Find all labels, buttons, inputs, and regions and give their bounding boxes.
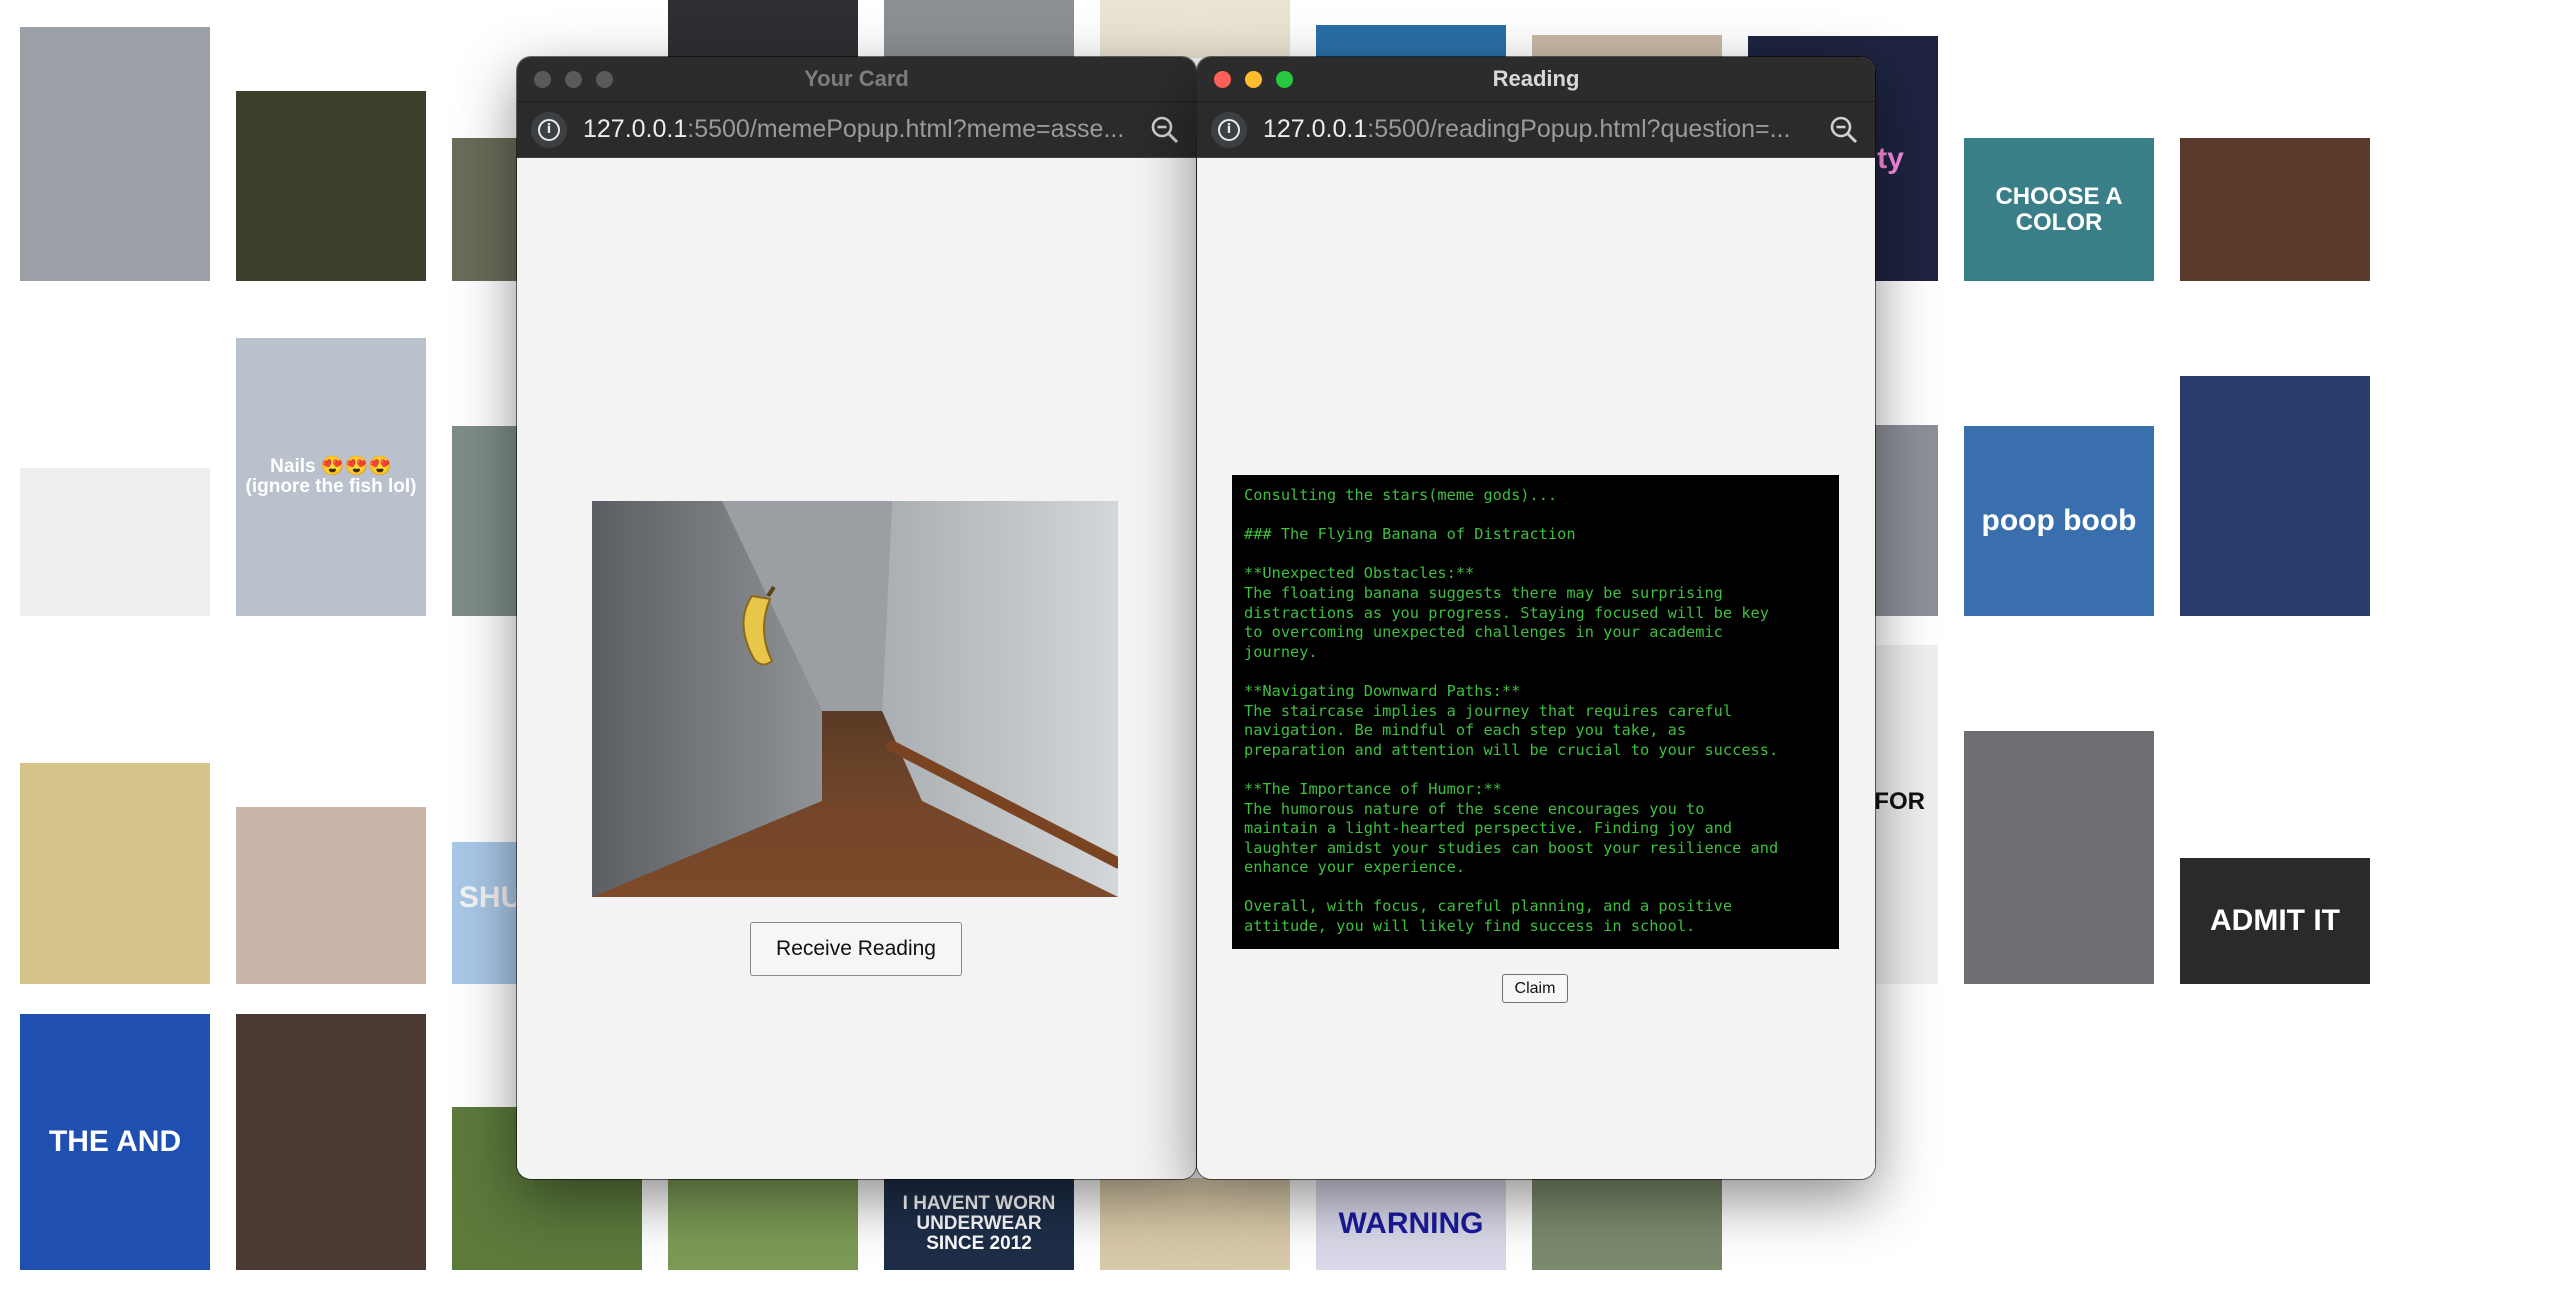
your-card-window[interactable]: Your Card i 127.0.0.1:5500/memePopup.htm… [517,57,1196,1179]
reading-content: Consulting the stars(meme gods)... ### T… [1197,158,1875,1179]
window-controls[interactable] [534,71,613,88]
meme-caption: CHOOSE A COLOR [1995,183,2123,236]
zoom-out-icon[interactable] [1148,113,1182,147]
meme-thumbnail[interactable] [1532,1178,1722,1270]
claim-button[interactable]: Claim [1502,974,1568,1003]
meme-thumbnail[interactable] [2180,376,2370,616]
reading-window[interactable]: Reading i 127.0.0.1:5500/readingPopup.ht… [1197,57,1875,1179]
address-bar[interactable]: i 127.0.0.1:5500/readingPopup.html?quest… [1197,102,1875,158]
minimize-window-icon[interactable] [565,71,582,88]
url-text[interactable]: 127.0.0.1:5500/readingPopup.html?questio… [1263,115,1815,144]
receive-reading-button[interactable]: Receive Reading [750,922,962,976]
card-content: Receive Reading [517,158,1196,1179]
close-window-icon[interactable] [1214,71,1231,88]
meme-thumbnail[interactable]: poop boob [1964,426,2154,616]
zoom-window-icon[interactable] [1276,71,1293,88]
meme-caption: THE AND [48,1125,182,1159]
window-title: Reading [1492,66,1580,91]
meme-caption: WARNING [1338,1207,1484,1241]
meme-thumbnail[interactable] [884,0,1074,58]
meme-caption: Nails 😍😍😍 (ignore the fish lol) [245,456,417,497]
meme-thumbnail[interactable] [236,807,426,984]
meme-caption: ADMIT IT [2210,904,2340,938]
url-text[interactable]: 127.0.0.1:5500/memePopup.html?meme=asse.… [583,115,1136,144]
meme-caption: I HAVENT WORN UNDERWEAR SINCE 2012 [902,1193,1056,1254]
site-info-icon[interactable]: i [531,111,567,148]
minimize-window-icon[interactable] [1245,71,1262,88]
site-info-icon[interactable]: i [1211,111,1247,148]
meme-thumbnail[interactable] [1100,0,1290,58]
window-title: Your Card [804,66,909,91]
zoom-out-icon[interactable] [1827,113,1861,147]
address-bar[interactable]: i 127.0.0.1:5500/memePopup.html?meme=ass… [517,102,1196,158]
meme-thumbnail[interactable]: ADMIT IT [2180,858,2370,984]
meme-thumbnail[interactable] [2180,138,2370,281]
meme-thumbnail[interactable]: THE AND [20,1014,210,1270]
meme-thumbnail[interactable] [1100,1178,1290,1270]
meme-thumbnail[interactable] [668,0,858,58]
zoom-window-icon[interactable] [596,71,613,88]
reading-output: Consulting the stars(meme gods)... ### T… [1232,475,1839,949]
reading-window-titlebar[interactable]: Reading [1197,57,1875,102]
banana-staircase-image [592,501,1118,897]
meme-thumbnail[interactable] [236,1014,426,1270]
meme-thumbnail[interactable] [20,468,210,616]
meme-thumbnail[interactable]: WARNING [1316,1178,1506,1270]
meme-card-image [592,501,1118,897]
close-window-icon[interactable] [534,71,551,88]
meme-thumbnail[interactable] [20,27,210,281]
meme-thumbnail[interactable] [236,91,426,281]
meme-caption: poop boob [1981,504,2137,538]
meme-thumbnail[interactable] [668,1178,858,1270]
window-controls[interactable] [1214,71,1293,88]
card-window-titlebar[interactable]: Your Card [517,57,1196,102]
meme-thumbnail[interactable] [20,763,210,984]
meme-thumbnail[interactable]: Nails 😍😍😍 (ignore the fish lol) [236,338,426,616]
meme-thumbnail[interactable]: I HAVENT WORN UNDERWEAR SINCE 2012 [884,1178,1074,1270]
meme-thumbnail[interactable]: CHOOSE A COLOR [1964,138,2154,281]
meme-thumbnail[interactable] [1964,731,2154,984]
